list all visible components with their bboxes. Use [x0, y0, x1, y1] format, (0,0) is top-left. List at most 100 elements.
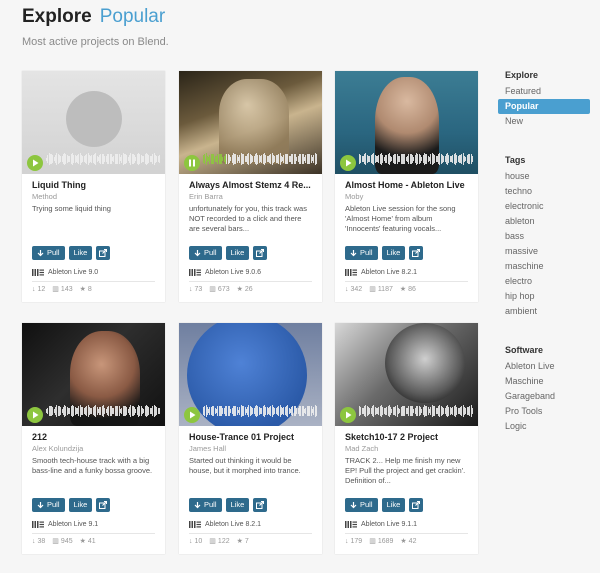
daw-info: Ableton Live 8.2.1 [345, 269, 417, 276]
project-author[interactable]: Mad Zach [345, 444, 468, 453]
pull-button[interactable]: Pull [32, 246, 65, 260]
play-icon[interactable] [27, 407, 43, 423]
waveform[interactable] [359, 405, 473, 417]
plays-count: 673 [217, 285, 230, 293]
project-card[interactable]: Sketch10-17 2 Project Mad Zach TRACK 2..… [335, 323, 478, 554]
project-thumbnail[interactable] [335, 71, 478, 174]
share-button[interactable] [96, 246, 111, 260]
play-icon[interactable] [184, 407, 200, 423]
divider [345, 533, 468, 534]
share-button[interactable] [409, 498, 424, 512]
plays-stat: ▥ 945 [52, 537, 73, 546]
project-thumbnail[interactable] [335, 323, 478, 426]
sidebar-item-new[interactable]: New [498, 114, 590, 129]
waveform[interactable] [359, 153, 473, 165]
pull-button[interactable]: Pull [189, 498, 222, 512]
project-thumbnail[interactable] [22, 71, 165, 174]
project-title[interactable]: House-Trance 01 Project [189, 432, 312, 442]
pull-button[interactable]: Pull [32, 498, 65, 512]
arrow-down-icon [194, 249, 201, 256]
plays-count: 143 [60, 285, 73, 293]
project-author[interactable]: Alex Kolundzija [32, 444, 155, 453]
software-logic[interactable]: Logic [498, 419, 590, 434]
tag-electro[interactable]: electro [498, 274, 590, 289]
share-icon [412, 249, 421, 257]
plays-icon: ▥ [369, 286, 376, 293]
like-label: Like [73, 248, 88, 257]
project-title[interactable]: Almost Home - Ableton Live [345, 180, 468, 190]
stars-count: 7 [244, 537, 249, 545]
like-button[interactable]: Like [225, 498, 250, 512]
tag-ambient[interactable]: ambient [498, 304, 590, 319]
project-card[interactable]: 212 Alex Kolundzija Smooth tech-house tr… [22, 323, 165, 554]
pull-button[interactable]: Pull [345, 498, 378, 512]
project-title[interactable]: Always Almost Stemz 4 Re... [189, 180, 312, 190]
project-thumbnail[interactable] [22, 323, 165, 426]
stars-count: 86 [408, 285, 416, 293]
sidebar: Explore Featured Popular New Tags house … [498, 70, 590, 434]
tag-hip-hop[interactable]: hip hop [498, 289, 590, 304]
project-author[interactable]: Moby [345, 192, 468, 201]
daw-info: Ableton Live 9.1.1 [345, 521, 417, 528]
like-button[interactable]: Like [68, 498, 93, 512]
downloads-stat: ↓ 38 [32, 537, 45, 545]
project-title[interactable]: 212 [32, 432, 155, 442]
project-title[interactable]: Liquid Thing [32, 180, 155, 190]
software-maschine[interactable]: Maschine [498, 374, 590, 389]
project-description: Ableton Live session for the song 'Almos… [345, 204, 456, 233]
plays-icon: ▥ [52, 286, 59, 293]
share-button[interactable] [409, 246, 424, 260]
plays-count: 945 [60, 537, 73, 545]
project-author[interactable]: Method [32, 192, 155, 201]
tag-bass[interactable]: bass [498, 229, 590, 244]
play-icon[interactable] [27, 155, 43, 171]
tag-electronic[interactable]: electronic [498, 199, 590, 214]
tag-maschine[interactable]: maschine [498, 259, 590, 274]
tag-massive[interactable]: massive [498, 244, 590, 259]
waveform[interactable] [203, 405, 317, 417]
project-thumbnail[interactable] [179, 323, 322, 426]
software-pro-tools[interactable]: Pro Tools [498, 404, 590, 419]
page-subtitle-tab[interactable]: Popular [100, 6, 166, 28]
share-button[interactable] [253, 498, 268, 512]
pull-button[interactable]: Pull [345, 246, 378, 260]
project-card[interactable]: House-Trance 01 Project James Hall Start… [179, 323, 322, 554]
project-title[interactable]: Sketch10-17 2 Project [345, 432, 468, 442]
tag-house[interactable]: house [498, 169, 590, 184]
tag-techno[interactable]: techno [498, 184, 590, 199]
waveform[interactable] [203, 153, 317, 165]
divider [189, 533, 312, 534]
play-icon[interactable] [340, 407, 356, 423]
like-button[interactable]: Like [225, 246, 250, 260]
project-description: Started out thinking it would be house, … [189, 456, 301, 475]
project-card[interactable]: Always Almost Stemz 4 Re... Erin Barra u… [179, 71, 322, 302]
pull-label: Pull [204, 248, 217, 257]
pause-icon[interactable] [184, 155, 200, 171]
software-garageband[interactable]: Garageband [498, 389, 590, 404]
waveform[interactable] [46, 405, 160, 417]
pull-button[interactable]: Pull [189, 246, 222, 260]
sidebar-item-popular[interactable]: Popular [498, 99, 590, 114]
daw-icon [189, 521, 201, 528]
sidebar-item-featured[interactable]: Featured [498, 84, 590, 99]
page-description: Most active projects on Blend. [22, 36, 169, 48]
waveform[interactable] [46, 153, 160, 165]
share-button[interactable] [253, 246, 268, 260]
plays-icon: ▥ [369, 538, 376, 545]
project-thumbnail[interactable] [179, 71, 322, 174]
daw-version: Ableton Live 9.0.6 [205, 269, 262, 276]
software-ableton-live[interactable]: Ableton Live [498, 359, 590, 374]
project-card[interactable]: Liquid Thing Method Trying some liquid t… [22, 71, 165, 302]
project-author[interactable]: Erin Barra [189, 192, 312, 201]
tag-ableton[interactable]: ableton [498, 214, 590, 229]
stars-count: 41 [87, 537, 96, 545]
daw-icon [345, 269, 357, 276]
share-button[interactable] [96, 498, 111, 512]
like-button[interactable]: Like [381, 498, 406, 512]
play-icon[interactable] [340, 155, 356, 171]
stars-count: 26 [244, 285, 253, 293]
project-author[interactable]: James Hall [189, 444, 312, 453]
like-button[interactable]: Like [68, 246, 93, 260]
project-card[interactable]: Almost Home - Ableton Live Moby Ableton … [335, 71, 478, 302]
like-button[interactable]: Like [381, 246, 406, 260]
